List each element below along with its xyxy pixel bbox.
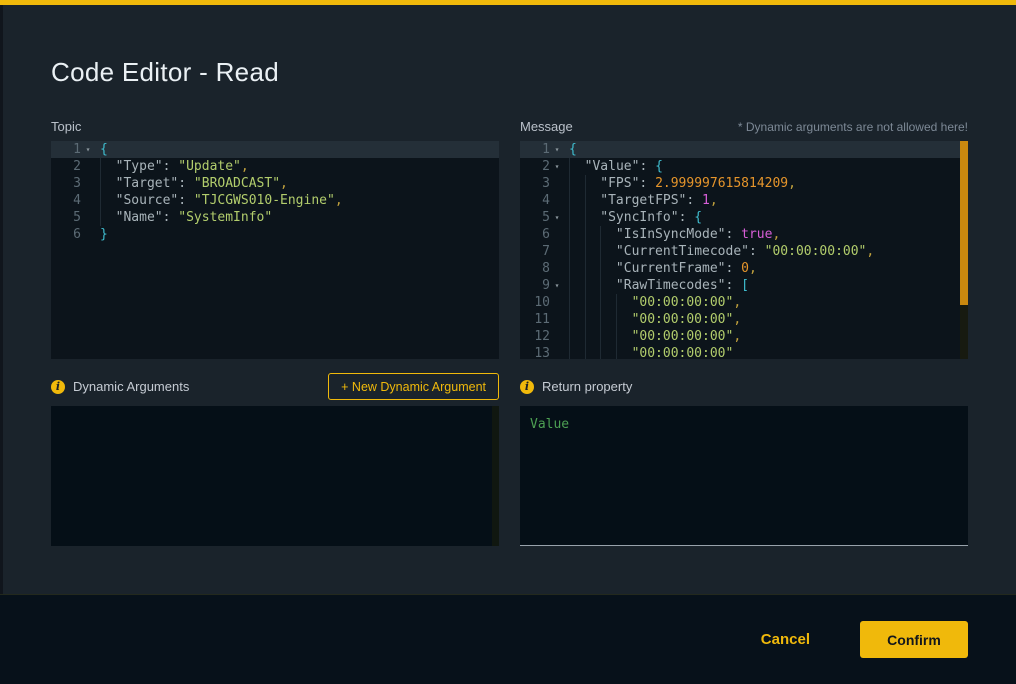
modal-content: Code Editor - Read Topic 1▾{2"Type": "Up… [0,5,1016,594]
code-line[interactable]: 4"Source": "TJCGWS010-Engine", [51,192,499,209]
code-line[interactable]: 4"TargetFPS": 1, [520,192,968,209]
page-title: Code Editor - Read [51,5,968,88]
dynamic-arguments-label: Dynamic Arguments [73,379,189,394]
line-number: 4 [520,192,550,209]
message-editor[interactable]: 1▾{2▾"Value": {3"FPS": 2.999997615814209… [520,141,968,359]
line-number: 8 [520,260,550,277]
line-number: 3 [51,175,81,192]
message-editor-scrollbar-track[interactable] [960,141,968,359]
line-number: 5 [520,209,550,226]
line-number: 13 [520,345,550,359]
return-property-value: Value [530,417,569,432]
topic-editor[interactable]: 1▾{2"Type": "Update",3"Target": "BROADCA… [51,141,499,359]
topic-section: Topic 1▾{2"Type": "Update",3"Target": "B… [51,119,499,546]
line-number: 9 [520,277,550,294]
line-number: 2 [51,158,81,175]
message-label: Message [520,119,573,134]
fold-arrow-icon[interactable]: ▾ [550,209,564,226]
topic-label: Topic [51,119,81,134]
line-number: 12 [520,328,550,345]
fold-arrow-icon[interactable]: ▾ [81,141,95,158]
code-line[interactable]: 6} [51,226,499,243]
code-line[interactable]: 1▾{ [51,141,499,158]
cancel-button[interactable]: Cancel [761,631,810,648]
code-line[interactable]: 6"IsInSyncMode": true, [520,226,968,243]
line-number: 5 [51,209,81,226]
code-line[interactable]: 10"00:00:00:00", [520,294,968,311]
fold-arrow-icon[interactable]: ▾ [550,158,564,175]
line-number: 10 [520,294,550,311]
code-line[interactable]: 9▾"RawTimecodes": [ [520,277,968,294]
fold-arrow-icon[interactable]: ▾ [550,141,564,158]
line-number: 1 [520,141,550,158]
info-icon[interactable]: i [51,380,65,394]
line-number: 3 [520,175,550,192]
info-icon[interactable]: i [520,380,534,394]
line-number: 1 [51,141,81,158]
code-line[interactable]: 13"00:00:00:00" [520,345,968,359]
message-editor-scrollbar-thumb[interactable] [960,141,968,305]
line-number: 6 [520,226,550,243]
code-line[interactable]: 2▾"Value": { [520,158,968,175]
line-number: 11 [520,311,550,328]
code-line[interactable]: 1▾{ [520,141,968,158]
message-section: Message * Dynamic arguments are not allo… [520,119,968,546]
code-line[interactable]: 5"Name": "SystemInfo" [51,209,499,226]
code-line[interactable]: 11"00:00:00:00", [520,311,968,328]
code-line[interactable]: 3"FPS": 2.999997615814209, [520,175,968,192]
code-line[interactable]: 8"CurrentFrame": 0, [520,260,968,277]
line-number: 6 [51,226,81,243]
line-number: 7 [520,243,550,260]
new-dynamic-argument-button[interactable]: + New Dynamic Argument [328,373,499,400]
confirm-button[interactable]: Confirm [860,621,968,658]
line-number: 4 [51,192,81,209]
return-property-label: Return property [542,379,632,394]
fold-arrow-icon[interactable]: ▾ [550,277,564,294]
message-note: * Dynamic arguments are not allowed here… [738,120,968,134]
code-editor-modal: Code Editor - Read Topic 1▾{2"Type": "Up… [0,0,1016,684]
dynamic-arguments-list[interactable] [51,406,499,546]
code-line[interactable]: 7"CurrentTimecode": "00:00:00:00", [520,243,968,260]
modal-footer: Cancel Confirm [0,594,1016,684]
line-number: 2 [520,158,550,175]
dynamic-arguments-scrollbar-track[interactable] [492,406,499,546]
code-line[interactable]: 2"Type": "Update", [51,158,499,175]
code-line[interactable]: 3"Target": "BROADCAST", [51,175,499,192]
code-line[interactable]: 12"00:00:00:00", [520,328,968,345]
code-line[interactable]: 5▾"SyncInfo": { [520,209,968,226]
return-property-input[interactable]: Value [520,406,968,546]
